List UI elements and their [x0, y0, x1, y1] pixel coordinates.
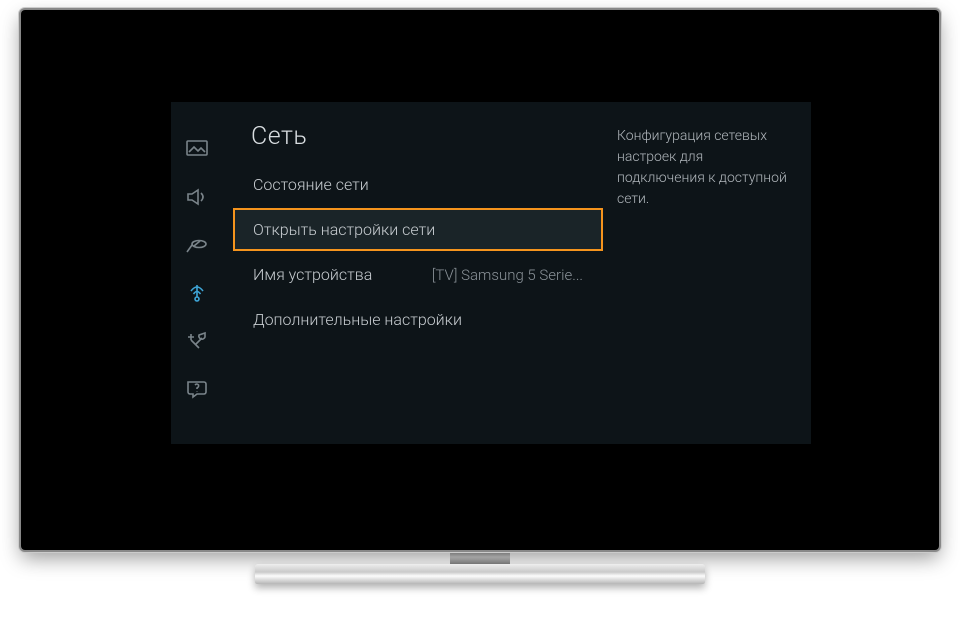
- menu-item-device-name[interactable]: Имя устройства [TV] Samsung 5 Serie...: [233, 253, 603, 296]
- menu-item-label: Состояние сети: [253, 175, 369, 194]
- panel-title: Сеть: [233, 122, 603, 161]
- broadcast-icon[interactable]: [184, 234, 210, 256]
- menu-item-value: [TV] Samsung 5 Serie...: [432, 266, 583, 284]
- tv-bezel: Сеть Состояние сети Открыть настройки се…: [21, 10, 939, 550]
- info-text: Конфигурация сетевых настроек для подклю…: [617, 126, 793, 210]
- network-icon[interactable]: [184, 282, 210, 304]
- sound-icon[interactable]: [184, 186, 210, 208]
- support-icon[interactable]: [184, 378, 210, 400]
- tv-mockup: Сеть Состояние сети Открыть настройки се…: [21, 10, 939, 584]
- menu-item-open-network-settings[interactable]: Открыть настройки сети: [233, 208, 603, 251]
- settings-sidebar: [171, 102, 223, 444]
- menu-item-network-status[interactable]: Состояние сети: [233, 163, 603, 206]
- tv-screen: Сеть Состояние сети Открыть настройки се…: [35, 24, 925, 536]
- info-panel: Конфигурация сетевых настроек для подклю…: [603, 102, 811, 444]
- settings-main: Сеть Состояние сети Открыть настройки се…: [223, 102, 603, 444]
- settings-panel: Сеть Состояние сети Открыть настройки се…: [171, 102, 811, 444]
- menu-item-label: Имя устройства: [253, 265, 372, 284]
- tv-neck: [450, 550, 510, 564]
- picture-icon[interactable]: [184, 138, 210, 160]
- menu-item-advanced-settings[interactable]: Дополнительные настройки: [233, 298, 603, 341]
- menu-item-label: Открыть настройки сети: [253, 220, 435, 239]
- menu-item-label: Дополнительные настройки: [253, 310, 462, 329]
- tv-stand: [255, 564, 705, 584]
- system-icon[interactable]: [184, 330, 210, 352]
